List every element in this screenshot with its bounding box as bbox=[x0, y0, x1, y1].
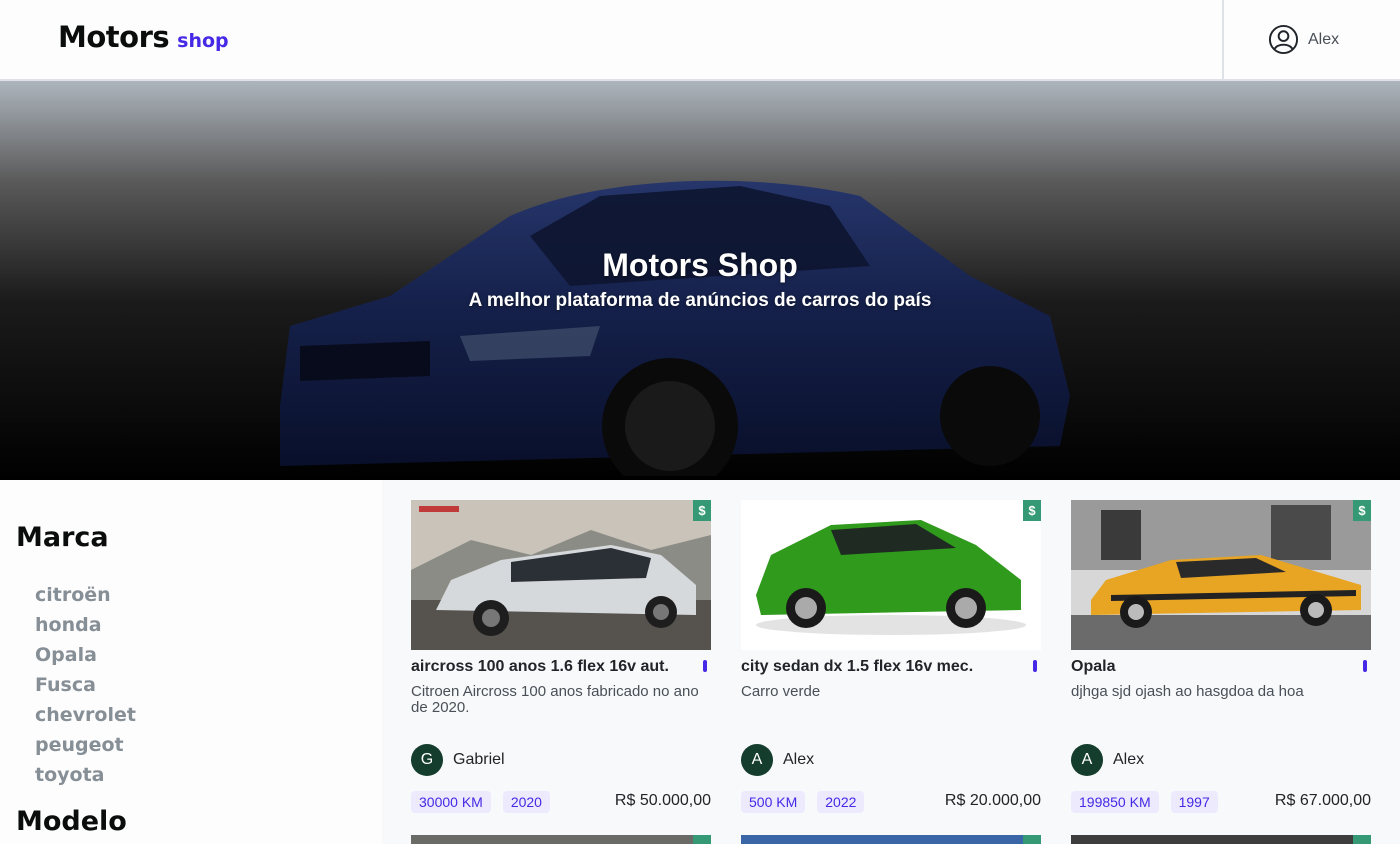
car-image[interactable]: $ bbox=[741, 500, 1041, 650]
card-accent-mark bbox=[703, 660, 707, 672]
seller-name: Gabriel bbox=[453, 751, 505, 768]
seller-info[interactable]: A Alex bbox=[741, 744, 814, 776]
good-price-badge bbox=[1353, 835, 1371, 844]
brand-filter-list: citroën honda Opala Fusca chevrolet peug… bbox=[35, 580, 136, 790]
product-card-image-partial[interactable] bbox=[1071, 835, 1371, 844]
logo-sub-text: shop bbox=[177, 30, 229, 52]
product-card[interactable]: $ Opala djhga sjd ojash ao hasgdoa da ho… bbox=[1071, 500, 1371, 820]
card-price: R$ 67.000,00 bbox=[1274, 792, 1371, 809]
car-image[interactable]: $ bbox=[1071, 500, 1371, 650]
hero-banner: Motors Shop A melhor plataforma de anúnc… bbox=[0, 81, 1400, 480]
product-card[interactable]: $ city sedan dx 1.5 flex 16v mec. Carro … bbox=[741, 500, 1041, 820]
logo[interactable]: Motors shop bbox=[58, 20, 229, 54]
good-price-badge: $ bbox=[1353, 500, 1371, 521]
product-card-image-partial[interactable] bbox=[411, 835, 711, 844]
card-title[interactable]: aircross 100 anos 1.6 flex 16v aut. bbox=[411, 658, 696, 676]
model-filter-title: Modelo bbox=[16, 806, 127, 837]
brand-filter-title: Marca bbox=[16, 522, 109, 553]
filter-sidebar: Marca citroën honda Opala Fusca chevrole… bbox=[0, 480, 382, 844]
brand-filter-item[interactable]: citroën bbox=[35, 580, 136, 610]
brand-filter-item[interactable]: honda bbox=[35, 610, 136, 640]
brand-filter-item[interactable]: chevrolet bbox=[35, 700, 136, 730]
product-card[interactable]: $ aircross 100 anos 1.6 flex 16v aut. Ci… bbox=[411, 500, 711, 820]
user-name: Alex bbox=[1308, 30, 1340, 48]
year-tag: 1997 bbox=[1170, 791, 1218, 813]
card-accent-mark bbox=[1363, 660, 1367, 672]
logo-main-text: Motors bbox=[58, 20, 170, 54]
good-price-badge: $ bbox=[1023, 500, 1041, 521]
seller-avatar: G bbox=[411, 744, 443, 776]
brand-filter-item[interactable]: Opala bbox=[35, 640, 136, 670]
card-tags: 500 KM 2022 bbox=[741, 791, 865, 813]
seller-name: Alex bbox=[1113, 751, 1145, 768]
hero-text: Motors Shop A melhor plataforma de anúnc… bbox=[0, 247, 1400, 312]
hero-car-image bbox=[280, 180, 1070, 476]
user-menu[interactable]: Alex bbox=[1268, 24, 1339, 55]
seller-avatar: A bbox=[1071, 744, 1103, 776]
card-description: Carro verde bbox=[741, 683, 821, 700]
good-price-badge bbox=[1023, 835, 1041, 844]
seller-name: Alex bbox=[783, 751, 815, 768]
mileage-tag: 500 KM bbox=[741, 791, 806, 813]
card-description: Citroen Aircross 100 anos fabricado no a… bbox=[411, 683, 699, 716]
seller-info[interactable]: A Alex bbox=[1071, 744, 1144, 776]
brand-filter-item[interactable]: peugeot bbox=[35, 730, 136, 760]
orange-classic-image bbox=[1071, 500, 1371, 650]
card-title[interactable]: Opala bbox=[1071, 658, 1356, 676]
seller-info[interactable]: G Gabriel bbox=[411, 744, 505, 776]
seller-avatar: A bbox=[741, 744, 773, 776]
card-accent-mark bbox=[1033, 660, 1037, 672]
mileage-tag: 199850 KM bbox=[1071, 791, 1159, 813]
green-hatchback-image bbox=[741, 500, 1041, 650]
brand-filter-item[interactable]: toyota bbox=[35, 760, 136, 790]
card-price: R$ 20.000,00 bbox=[944, 792, 1041, 809]
product-card-image-partial[interactable] bbox=[741, 835, 1041, 844]
car-image[interactable]: $ bbox=[411, 500, 711, 650]
silver-suv-image bbox=[411, 500, 711, 650]
year-tag: 2020 bbox=[502, 791, 550, 813]
hero-subtitle: A melhor plataforma de anúncios de carro… bbox=[468, 290, 932, 311]
good-price-badge: $ bbox=[693, 500, 711, 521]
header-divider bbox=[1222, 0, 1224, 79]
year-tag: 2022 bbox=[817, 791, 865, 813]
user-circle-icon bbox=[1268, 24, 1299, 55]
card-price: R$ 50.000,00 bbox=[614, 792, 711, 809]
good-price-badge bbox=[693, 835, 711, 844]
brand-filter-item[interactable]: Fusca bbox=[35, 670, 136, 700]
mileage-tag: 30000 KM bbox=[411, 791, 491, 813]
card-tags: 199850 KM 1997 bbox=[1071, 791, 1218, 813]
hero-title: Motors Shop bbox=[602, 247, 798, 283]
card-description: djhga sjd ojash ao hasgdoa da hoa bbox=[1071, 683, 1304, 700]
card-tags: 30000 KM 2020 bbox=[411, 791, 550, 813]
card-title[interactable]: city sedan dx 1.5 flex 16v mec. bbox=[741, 658, 1026, 676]
top-header: Motors shop Alex bbox=[0, 0, 1400, 81]
